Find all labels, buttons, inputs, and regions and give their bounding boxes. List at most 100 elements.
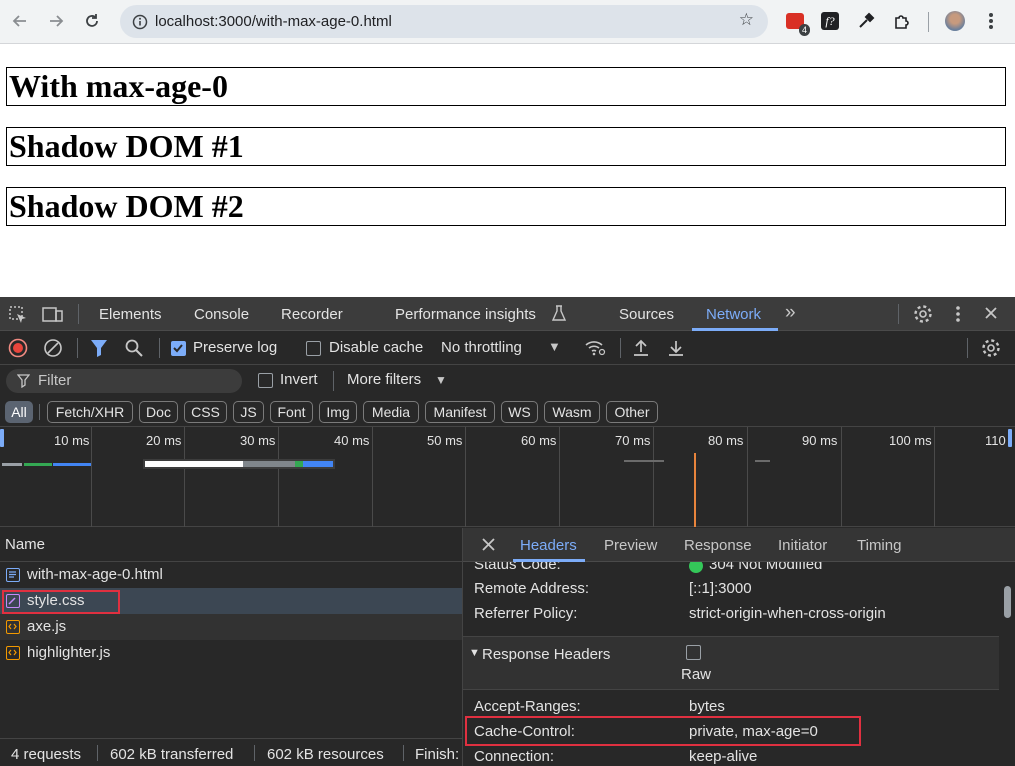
request-bar <box>53 463 91 466</box>
extensions-puzzle-icon[interactable] <box>891 10 913 32</box>
type-filter-css[interactable]: CSS <box>184 401 227 423</box>
devtools-panel: Elements Console Recorder Performance in… <box>0 297 1015 766</box>
timeline-tick: 30 ms <box>240 433 276 448</box>
toolbar-divider <box>967 338 968 358</box>
headers-scroll-area[interactable]: Status Code: 304 Not Modified Remote Add… <box>463 562 999 766</box>
settings-gear-icon[interactable] <box>913 304 933 328</box>
inspect-element-icon[interactable] <box>8 305 28 329</box>
shadow-dom-heading-2: Shadow DOM #2 <box>9 188 244 224</box>
request-list-header[interactable]: Name <box>0 528 462 562</box>
devtools-tabbar: Elements Console Recorder Performance in… <box>0 297 1015 331</box>
eyedropper-icon[interactable] <box>855 10 877 32</box>
resources-size: 602 kB resources <box>267 746 384 763</box>
scrollbar-thumb[interactable] <box>1004 586 1011 618</box>
raw-label: Raw <box>681 666 712 683</box>
request-bar <box>24 463 52 466</box>
grid-line <box>747 427 748 527</box>
grid-line <box>184 427 185 527</box>
name-column-header[interactable]: Name <box>5 536 45 553</box>
site-info-icon[interactable] <box>128 10 151 33</box>
type-filter-font[interactable]: Font <box>270 401 313 423</box>
overview-left-handle[interactable] <box>0 429 4 447</box>
grid-line <box>559 427 560 527</box>
response-headers-section-header[interactable]: ▼ Response Headers Raw <box>463 637 999 689</box>
request-bar <box>243 461 295 467</box>
close-devtools-icon[interactable] <box>983 305 999 325</box>
type-filter-wasm[interactable]: Wasm <box>544 401 600 423</box>
more-filters-button[interactable]: More filters <box>347 371 421 388</box>
type-filter-manifest[interactable]: Manifest <box>425 401 495 423</box>
type-filter-js[interactable]: JS <box>233 401 264 423</box>
type-filter-fetch-xhr[interactable]: Fetch/XHR <box>47 401 133 423</box>
close-detail-icon[interactable] <box>481 537 496 556</box>
more-tabs-chevron-icon[interactable]: » <box>785 302 796 324</box>
network-conditions-icon[interactable] <box>584 338 606 362</box>
network-overview-timeline[interactable]: 10 ms 20 ms 30 ms 40 ms 50 ms 60 ms 70 m… <box>0 427 1015 527</box>
preserve-log-checkbox[interactable] <box>171 341 186 356</box>
type-filter-doc[interactable]: Doc <box>139 401 178 423</box>
more-filters-dropdown-icon[interactable]: ▼ <box>435 373 447 387</box>
type-filter-other[interactable]: Other <box>606 401 658 423</box>
tab-performance-insights[interactable]: Performance insights <box>395 306 536 323</box>
detail-tab-preview[interactable]: Preview <box>604 537 657 554</box>
bookmark-star-icon[interactable]: ☆ <box>739 10 754 30</box>
browser-menu-icon[interactable] <box>980 10 1002 32</box>
export-har-icon[interactable] <box>667 338 685 362</box>
clear-icon[interactable] <box>43 338 63 362</box>
filter-funnel-icon[interactable] <box>90 338 108 362</box>
request-row[interactable]: with-max-age-0.html <box>0 562 462 588</box>
tab-divider <box>898 304 899 324</box>
request-row[interactable]: highlighter.js <box>0 640 462 666</box>
extension-fx-icon[interactable]: f? <box>819 10 841 32</box>
chip-divider <box>39 404 40 420</box>
forward-button[interactable] <box>43 8 69 34</box>
timeline-tick: 80 ms <box>708 433 744 448</box>
throttling-select[interactable]: No throttling <box>441 339 522 356</box>
invert-checkbox[interactable] <box>258 373 273 388</box>
raw-checkbox[interactable] <box>686 645 701 660</box>
type-filter-media[interactable]: Media <box>363 401 419 423</box>
reload-button[interactable] <box>79 8 105 34</box>
grid-line <box>372 427 373 527</box>
search-icon[interactable] <box>124 338 144 362</box>
tab-elements[interactable]: Elements <box>99 306 162 323</box>
tab-sources[interactable]: Sources <box>619 306 674 323</box>
invert-label: Invert <box>280 371 318 388</box>
resource-type-filters: All Fetch/XHR Doc CSS JS Font Img Media … <box>0 396 1015 427</box>
detail-tab-headers[interactable]: Headers <box>520 537 577 554</box>
filter-icon <box>17 374 30 388</box>
devtools-menu-icon[interactable] <box>955 305 961 327</box>
heading-box: With max-age-0 <box>6 67 1006 106</box>
disable-cache-checkbox[interactable] <box>306 341 321 356</box>
request-row[interactable]: axe.js <box>0 614 462 640</box>
throttling-dropdown-icon[interactable]: ▼ <box>548 339 561 354</box>
detail-tab-response[interactable]: Response <box>684 537 752 554</box>
url-text: localhost:3000/with-max-age-0.html <box>155 13 392 30</box>
detail-scrollbar[interactable] <box>999 562 1015 766</box>
import-har-icon[interactable] <box>632 338 650 362</box>
grid-line <box>278 427 279 527</box>
extension-red-icon[interactable]: 4 <box>784 10 810 36</box>
tab-console[interactable]: Console <box>194 306 249 323</box>
network-status-bar: 4 requests 602 kB transferred 602 kB res… <box>0 738 462 766</box>
overview-right-handle[interactable] <box>1008 429 1012 447</box>
tab-recorder[interactable]: Recorder <box>281 306 343 323</box>
collapse-triangle-icon[interactable]: ▼ <box>469 647 480 659</box>
type-filter-img[interactable]: Img <box>319 401 357 423</box>
detail-tab-initiator[interactable]: Initiator <box>778 537 827 554</box>
filter-input[interactable]: Filter <box>6 369 242 393</box>
address-bar[interactable]: localhost:3000/with-max-age-0.html ☆ <box>120 5 768 38</box>
tab-network[interactable]: Network <box>706 306 761 323</box>
toolbar-divider <box>77 338 78 358</box>
stop-recording-icon[interactable] <box>8 338 28 362</box>
type-filter-all[interactable]: All <box>5 401 33 423</box>
device-toolbar-icon[interactable] <box>42 305 64 329</box>
header-value: [::1]:3000 <box>689 580 752 597</box>
back-button[interactable] <box>7 8 33 34</box>
request-detail-pane: Headers Preview Response Initiator Timin… <box>462 528 1015 766</box>
profile-avatar[interactable] <box>944 10 966 32</box>
timeline-tick: 70 ms <box>615 433 651 448</box>
detail-tab-timing[interactable]: Timing <box>857 537 901 554</box>
network-settings-gear-icon[interactable] <box>981 338 1001 362</box>
type-filter-ws[interactable]: WS <box>501 401 538 423</box>
